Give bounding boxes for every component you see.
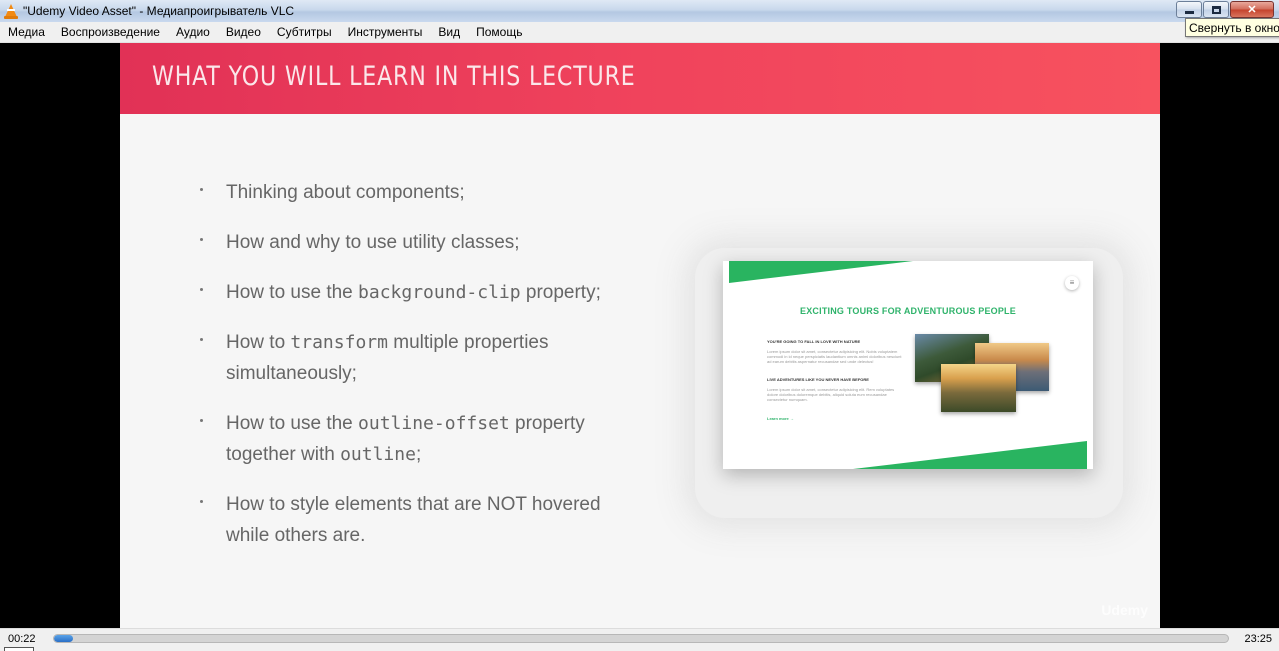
bullet-text: How to use the background-clip property; [226, 277, 646, 308]
menu-subtitles[interactable]: Субтитры [269, 22, 340, 43]
thumbnail-link: Learn more → [767, 416, 794, 421]
thumbnail-subheading: LIVE ADVENTURES LIKE YOU NEVER HAVE BEFO… [767, 377, 869, 382]
bullet-text-part: ; [415, 444, 422, 465]
bullet-text-part: property; [520, 282, 601, 303]
restore-tooltip: Свернуть в окно [1185, 18, 1279, 37]
photo-sunset [941, 364, 1016, 412]
menu-video[interactable]: Видео [218, 22, 269, 43]
bullet-text: How to style elements that are NOT hover… [226, 489, 616, 551]
bullet-text-part: How to style elements that are NOT hover… [226, 494, 601, 546]
menu-tools[interactable]: Инструменты [340, 22, 431, 43]
code-term: outline [340, 444, 416, 465]
bullet-text: Thinking about components; [226, 177, 646, 208]
lecture-slide: WHAT YOU WILL LEARN IN THIS LECTURE Thin… [120, 43, 1160, 628]
restore-icon [1211, 5, 1221, 14]
minimize-icon [1184, 11, 1194, 14]
restore-button[interactable] [1203, 1, 1229, 18]
slide-title: WHAT YOU WILL LEARN IN THIS LECTURE [152, 61, 636, 92]
bullet-text-part: How to [226, 332, 291, 353]
menu-help[interactable]: Помощь [468, 22, 530, 43]
video-area[interactable]: WHAT YOU WILL LEARN IN THIS LECTURE Thin… [0, 43, 1279, 628]
bullet-text: How to use the outline-offset property t… [226, 408, 616, 470]
code-term: outline-offset [358, 413, 510, 434]
bullet-dot [200, 338, 203, 341]
bullet-text: How to transform multiple properties sim… [226, 327, 586, 389]
menu-icon: ≡ [1065, 276, 1079, 290]
bullet-dot [200, 419, 203, 422]
status-indicator [4, 647, 34, 651]
menu-view[interactable]: Вид [430, 22, 468, 43]
bullet-text-part: How and why to use utility classes; [226, 232, 520, 253]
seek-bar[interactable] [53, 634, 1229, 643]
slide-header: WHAT YOU WILL LEARN IN THIS LECTURE [120, 43, 1160, 114]
bullet-text-part: How to use the [226, 413, 359, 434]
minimize-button[interactable] [1176, 1, 1202, 18]
window-controls: ✕ [1175, 1, 1274, 18]
total-time: 23:25 [1244, 633, 1272, 645]
current-time: 00:22 [8, 633, 36, 645]
bullet-text-part: How to use the [226, 282, 359, 303]
menu-playback[interactable]: Воспроизведение [53, 22, 168, 43]
menu-media[interactable]: Медиа [0, 22, 53, 43]
close-icon: ✕ [1247, 4, 1257, 16]
bullet-dot [200, 288, 203, 291]
menu-audio[interactable]: Аудио [168, 22, 218, 43]
seek-progress [54, 635, 73, 642]
vlc-cone-icon[interactable] [3, 3, 19, 19]
bullet-text-part: Thinking about components; [226, 182, 465, 203]
thumbnail-paragraph: Lorem ipsum dolor sit amet, consectetur … [767, 349, 902, 364]
menu-bar: Медиа Воспроизведение Аудио Видео Субтит… [0, 22, 1279, 43]
title-bar: "Udemy Video Asset" - Медиапроигрыватель… [0, 0, 1279, 22]
bullet-dot [200, 500, 203, 503]
website-thumbnail: ≡ EXCITING TOURS FOR ADVENTUROUS PEOPLE … [723, 261, 1093, 469]
thumbnail-subheading: YOU'RE GOING TO FALL IN LOVE WITH NATURE [767, 339, 861, 344]
thumbnail-heading: EXCITING TOURS FOR ADVENTUROUS PEOPLE [800, 306, 1016, 316]
playback-controls: 00:22 23:25 [0, 628, 1279, 651]
code-term: background-clip [358, 282, 521, 303]
bullet-dot [200, 188, 203, 191]
bullet-text: How and why to use utility classes; [226, 227, 646, 258]
udemy-watermark: Udemy [1101, 602, 1148, 618]
close-button[interactable]: ✕ [1230, 1, 1274, 18]
thumbnail-paragraph: Lorem ipsum dolor sit amet, consectetur … [767, 387, 895, 402]
code-term: transform [290, 332, 388, 353]
bullet-dot [200, 238, 203, 241]
window-title: "Udemy Video Asset" - Медиапроигрыватель… [23, 4, 295, 18]
